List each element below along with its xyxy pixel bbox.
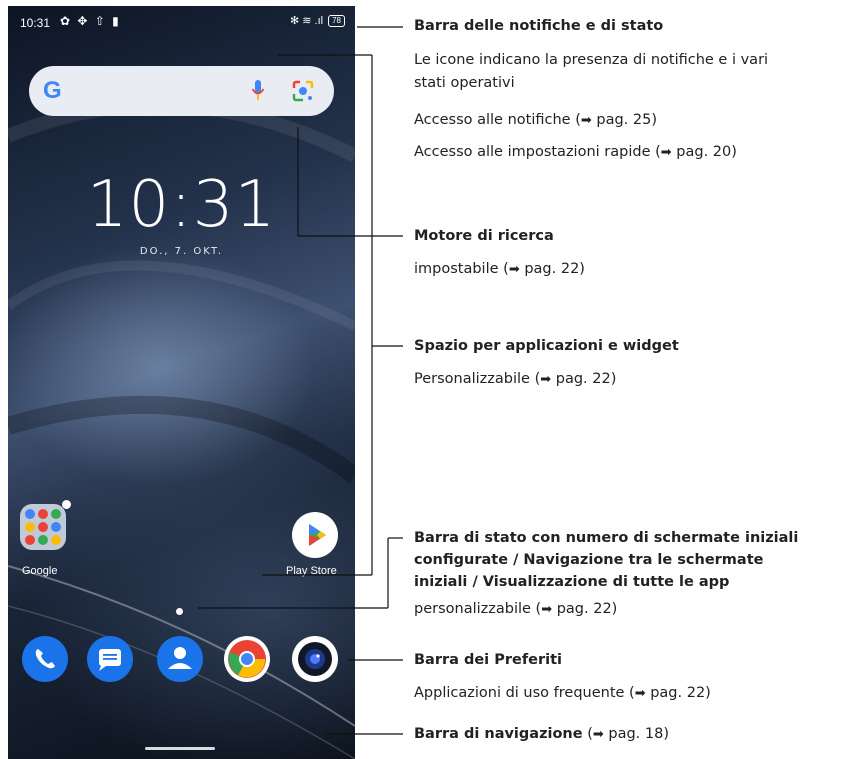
apps-space-title: Spazio per applicazioni e widget (414, 338, 679, 354)
arrow-right-icon: ➡ (660, 145, 672, 160)
home-page-indicator[interactable] (176, 608, 183, 615)
contacts-icon[interactable] (157, 636, 203, 682)
google-search-bar[interactable]: G (29, 66, 334, 116)
search-title: Motore di ricerca (414, 228, 554, 244)
navigation-gesture-bar[interactable] (145, 747, 215, 750)
home-status-title-3: iniziali / Visualizzazione di tutte le a… (414, 574, 730, 590)
home-status-desc: personalizzabile (➡ pag. 22) (414, 601, 618, 617)
status-bar-desc-4: Accesso alle impostazioni rapide (➡ pag.… (414, 144, 737, 160)
favorites-desc: Applicazioni di uso frequente (➡ pag. 22… (414, 685, 711, 701)
microphone-icon[interactable] (251, 78, 265, 104)
folder-notification-dot (62, 500, 71, 509)
status-bar[interactable]: 10:31 ✿ ✥ ⇧ ▮ ✻ ≋ .ıl 78 (8, 6, 355, 38)
status-bar-desc-3: Accesso alle notifiche (➡ pag. 25) (414, 112, 657, 128)
home-clock[interactable]: 10:31 (8, 168, 355, 242)
status-bar-desc-2: stati operativi (414, 75, 515, 91)
camera-icon[interactable] (292, 636, 338, 682)
arrow-right-icon: ➡ (580, 113, 592, 128)
signal-wifi-bluetooth-icon: ✻ ≋ .ıl (289, 15, 324, 27)
play-store-icon[interactable] (292, 512, 338, 558)
arrow-right-icon: ➡ (508, 262, 520, 277)
google-folder[interactable] (20, 504, 66, 550)
apps-space-desc: Personalizzabile (➡ pag. 22) (414, 371, 617, 387)
status-time: 10:31 (20, 16, 51, 30)
google-logo-icon: G (43, 77, 62, 104)
navigation-annotation: Barra di navigazione (➡ pag. 18) (414, 726, 670, 742)
notification-icons: ✿ ✥ ⇧ ▮ (60, 14, 121, 28)
favorites-title: Barra dei Preferiti (414, 652, 562, 668)
arrow-right-icon: ➡ (540, 372, 552, 387)
search-desc: impostabile (➡ pag. 22) (414, 261, 585, 277)
arrow-right-icon: ➡ (592, 727, 604, 742)
google-lens-icon[interactable] (291, 79, 315, 103)
arrow-right-icon: ➡ (634, 686, 646, 701)
folder-label: Google (22, 565, 58, 577)
home-status-title-2: configurate / Navigazione tra le scherma… (414, 552, 764, 568)
status-bar-desc-1: Le icone indicano la presenza di notific… (414, 52, 769, 68)
phone-icon[interactable] (22, 636, 68, 682)
navigation-title: Barra di navigazione (414, 726, 583, 742)
play-store-label: Play Store (286, 565, 337, 577)
messages-icon[interactable] (87, 636, 133, 682)
battery-icon: 78 (328, 14, 345, 27)
system-icons: ✻ ≋ .ıl 78 (290, 14, 345, 27)
home-date: DO., 7. OKT. (139, 246, 224, 257)
phone-screen: 10:31 ✿ ✥ ⇧ ▮ ✻ ≋ .ıl 78 G 10:31 DO., 7.… (8, 6, 355, 759)
chrome-icon[interactable] (224, 636, 270, 682)
arrow-right-icon: ➡ (541, 602, 553, 617)
home-status-title-1: Barra di stato con numero di schermate i… (414, 530, 799, 546)
status-bar-title: Barra delle notifiche e di stato (414, 18, 664, 34)
